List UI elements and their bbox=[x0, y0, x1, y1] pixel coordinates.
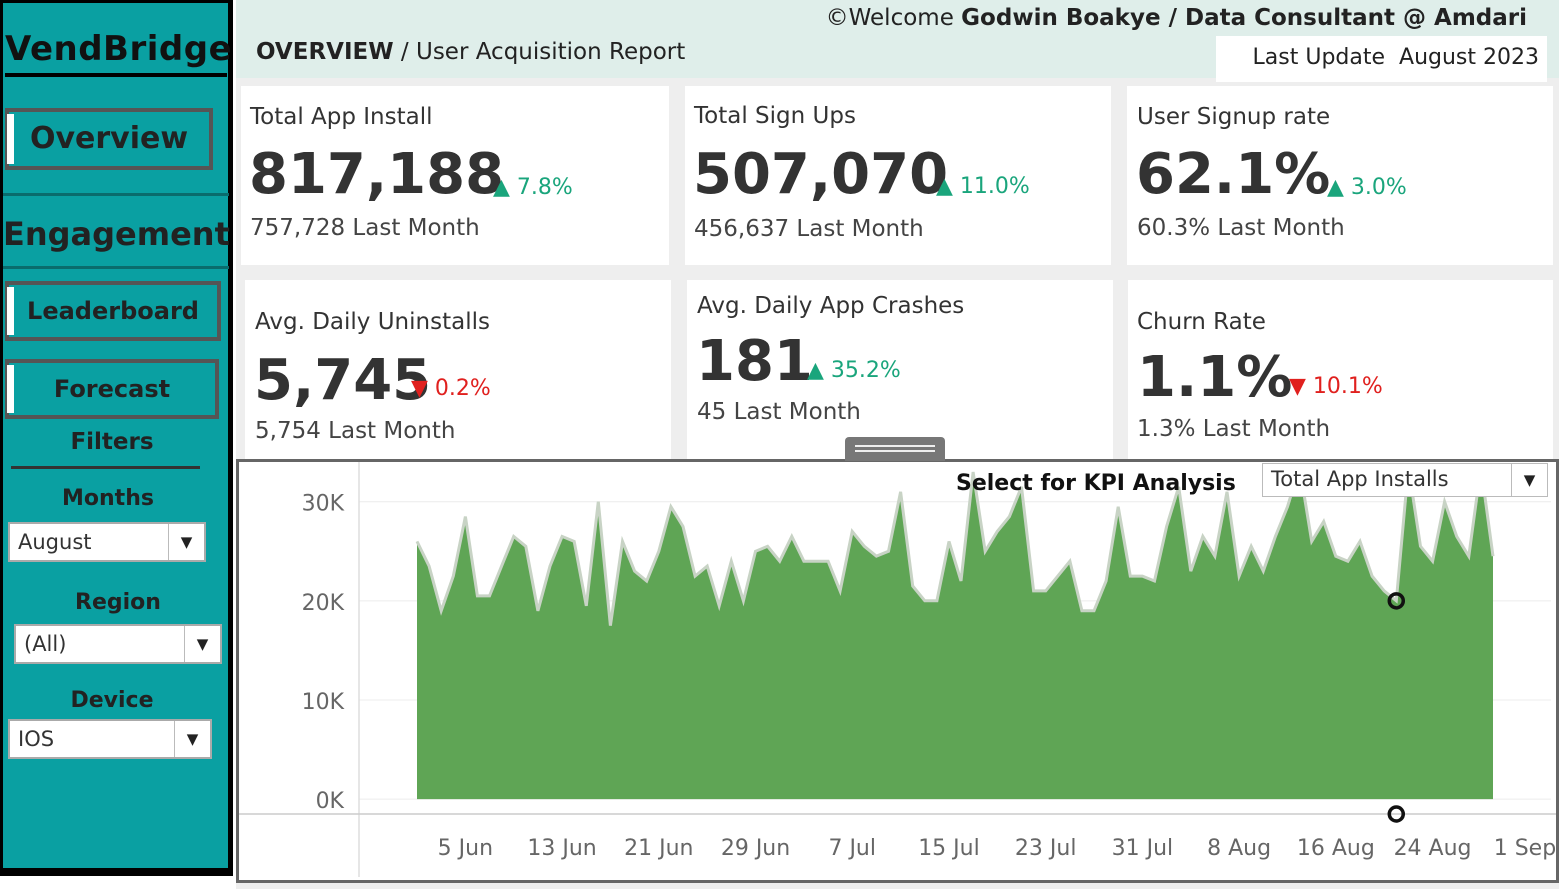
kpi-previous: 60.3% Last Month bbox=[1137, 215, 1345, 241]
chevron-down-icon[interactable]: ▼ bbox=[1511, 464, 1547, 496]
kpi-change-value: 3.0% bbox=[1350, 175, 1407, 200]
kpi-change-value: 0.2% bbox=[434, 376, 491, 401]
kpi-value: 1.1% bbox=[1137, 345, 1293, 410]
main-area: ©Welcome Godwin Boakye / Data Consultant… bbox=[236, 0, 1559, 889]
x-tick-label: 24 Aug bbox=[1394, 836, 1472, 861]
kpi-previous: 757,728 Last Month bbox=[250, 215, 480, 241]
nav-forecast-button[interactable]: Forecast bbox=[5, 359, 219, 419]
kpi-title: User Signup rate bbox=[1137, 104, 1331, 130]
breadcrumb-root[interactable]: OVERVIEW bbox=[256, 39, 394, 65]
device-filter-select[interactable]: IOS ▼ bbox=[8, 719, 212, 759]
kpi-title: Avg. Daily App Crashes bbox=[697, 293, 965, 319]
kpi-value: 507,070 bbox=[693, 142, 949, 207]
x-tick-label: 13 Jun bbox=[527, 836, 596, 861]
arrow-down-icon: ▼ bbox=[411, 376, 428, 401]
kpi-selector-dropdown[interactable]: Total App Installs ▼ bbox=[1262, 463, 1548, 497]
device-filter-value: IOS bbox=[18, 727, 55, 751]
x-tick-label: 8 Aug bbox=[1207, 836, 1271, 861]
kpi-area-chart[interactable]: 0K 10K 20K 30K 5 Jun 13 Jun 21 Jun 29 Jun 7 Jul 1… bbox=[239, 462, 1556, 880]
y-tick-label: 20K bbox=[302, 591, 345, 616]
kpi-change: ▲ 3.0% bbox=[1327, 175, 1407, 200]
arrow-down-icon: ▼ bbox=[1289, 374, 1306, 399]
last-update-value: August 2023 bbox=[1399, 45, 1539, 70]
kpi-previous: 5,754 Last Month bbox=[255, 418, 456, 444]
area-series bbox=[417, 467, 1493, 800]
kpi-card-user-signup-rate[interactable]: User Signup rate 62.1% ▲ 3.0% 60.3% Last… bbox=[1127, 86, 1553, 265]
kpi-value: 5,745 bbox=[254, 348, 432, 413]
kpi-change: ▲ 11.0% bbox=[936, 174, 1030, 199]
last-update-box: Last Update August 2023 bbox=[1216, 36, 1547, 82]
breadcrumb-page: User Acquisition Report bbox=[415, 39, 686, 65]
welcome-user: Godwin Boakye / Data Consultant @ Amdari bbox=[961, 5, 1527, 31]
arrow-up-icon: ▲ bbox=[936, 174, 953, 199]
region-filter-select[interactable]: (All) ▼ bbox=[14, 624, 222, 664]
kpi-change: ▲ 35.2% bbox=[807, 358, 901, 383]
kpi-change-value: 7.8% bbox=[516, 175, 573, 200]
kpi-previous: 45 Last Month bbox=[697, 399, 861, 425]
kpi-previous: 456,637 Last Month bbox=[694, 216, 924, 242]
y-tick-label: 30K bbox=[302, 492, 345, 517]
months-filter-value: August bbox=[18, 530, 92, 554]
kpi-title: Total App Install bbox=[250, 104, 433, 130]
arrow-up-icon: ▲ bbox=[807, 358, 824, 383]
welcome-text: ©Welcome Godwin Boakye / Data Consultant… bbox=[826, 5, 1527, 31]
x-tick-label: 29 Jun bbox=[721, 836, 790, 861]
x-tick-label: 31 Jul bbox=[1112, 836, 1174, 861]
filters-title: Filters bbox=[70, 429, 154, 455]
nav-overview-button[interactable]: Overview bbox=[5, 108, 213, 170]
resize-handle[interactable] bbox=[845, 437, 945, 461]
arrow-up-icon: ▲ bbox=[493, 175, 510, 200]
chevron-down-icon[interactable]: ▼ bbox=[184, 626, 220, 662]
region-filter-value: (All) bbox=[24, 632, 67, 656]
chevron-down-icon[interactable]: ▼ bbox=[174, 721, 210, 757]
months-filter-select[interactable]: August ▼ bbox=[8, 522, 206, 562]
months-filter-label: Months bbox=[62, 486, 154, 511]
y-tick-label: 10K bbox=[302, 690, 345, 715]
nav-leaderboard-button[interactable]: Leaderboard bbox=[5, 281, 221, 341]
kpi-value: 817,188 bbox=[249, 142, 505, 207]
kpi-title: Avg. Daily Uninstalls bbox=[255, 309, 490, 335]
kpi-value: 62.1% bbox=[1136, 142, 1331, 207]
kpi-value: 181 bbox=[696, 329, 813, 394]
kpi-chart-panel: 0K 10K 20K 30K 5 Jun 13 Jun 21 Jun 29 Jun 7 Jul 1… bbox=[236, 459, 1559, 883]
kpi-title: Churn Rate bbox=[1137, 309, 1266, 335]
brand-logo: VendBridge bbox=[5, 29, 232, 77]
header: ©Welcome Godwin Boakye / Data Consultant… bbox=[236, 0, 1559, 82]
chevron-down-icon[interactable]: ▼ bbox=[168, 524, 204, 560]
kpi-change-value: 10.1% bbox=[1312, 374, 1383, 399]
x-tick-label: 15 Jul bbox=[918, 836, 980, 861]
kpi-card-total-app-install[interactable]: Total App Install 817,188 ▲ 7.8% 757,728… bbox=[241, 86, 669, 265]
kpi-title: Total Sign Ups bbox=[694, 103, 856, 129]
kpi-card-churn-rate[interactable]: Churn Rate 1.1% ▼ 10.1% 1.3% Last Month bbox=[1128, 280, 1553, 460]
kpi-change-value: 35.2% bbox=[830, 358, 901, 383]
breadcrumb: OVERVIEW / User Acquisition Report bbox=[256, 39, 685, 65]
arrow-up-icon: ▲ bbox=[1327, 175, 1344, 200]
nav-engagement-button[interactable]: Engagement bbox=[3, 193, 230, 269]
kpi-previous: 1.3% Last Month bbox=[1137, 416, 1331, 442]
kpi-card-avg-daily-app-crashes[interactable]: Avg. Daily App Crashes 181 ▲ 35.2% 45 La… bbox=[687, 280, 1113, 460]
kpi-selector-value: Total App Installs bbox=[1271, 467, 1449, 491]
x-tick-label: 5 Jun bbox=[438, 836, 493, 861]
welcome-prefix: ©Welcome bbox=[825, 5, 954, 31]
x-tick-label: 21 Jun bbox=[624, 836, 693, 861]
device-filter-label: Device bbox=[70, 688, 154, 713]
breadcrumb-separator: / bbox=[400, 39, 409, 65]
x-tick-label: 23 Jul bbox=[1015, 836, 1077, 861]
y-tick-label: 0K bbox=[316, 789, 345, 814]
kpi-change: ▼ 0.2% bbox=[411, 376, 491, 401]
x-tick-label: 1 Sept bbox=[1494, 836, 1556, 861]
region-filter-label: Region bbox=[75, 590, 161, 615]
kpi-change: ▼ 10.1% bbox=[1289, 374, 1383, 399]
sidebar: VendBridge Overview Engagement Leaderboa… bbox=[0, 0, 233, 876]
filters-divider bbox=[11, 466, 200, 469]
kpi-card-avg-daily-uninstalls[interactable]: Avg. Daily Uninstalls 5,745 ▼ 0.2% 5,754… bbox=[245, 280, 671, 460]
kpi-change: ▲ 7.8% bbox=[493, 175, 573, 200]
x-tick-label: 16 Aug bbox=[1297, 836, 1375, 861]
kpi-change-value: 11.0% bbox=[959, 174, 1030, 199]
x-tick-label: 7 Jul bbox=[828, 836, 876, 861]
last-update-label: Last Update bbox=[1252, 45, 1386, 70]
kpi-card-total-sign-ups[interactable]: Total Sign Ups 507,070 ▲ 11.0% 456,637 L… bbox=[685, 86, 1111, 265]
kpi-selector-title: Select for KPI Analysis bbox=[956, 471, 1236, 496]
